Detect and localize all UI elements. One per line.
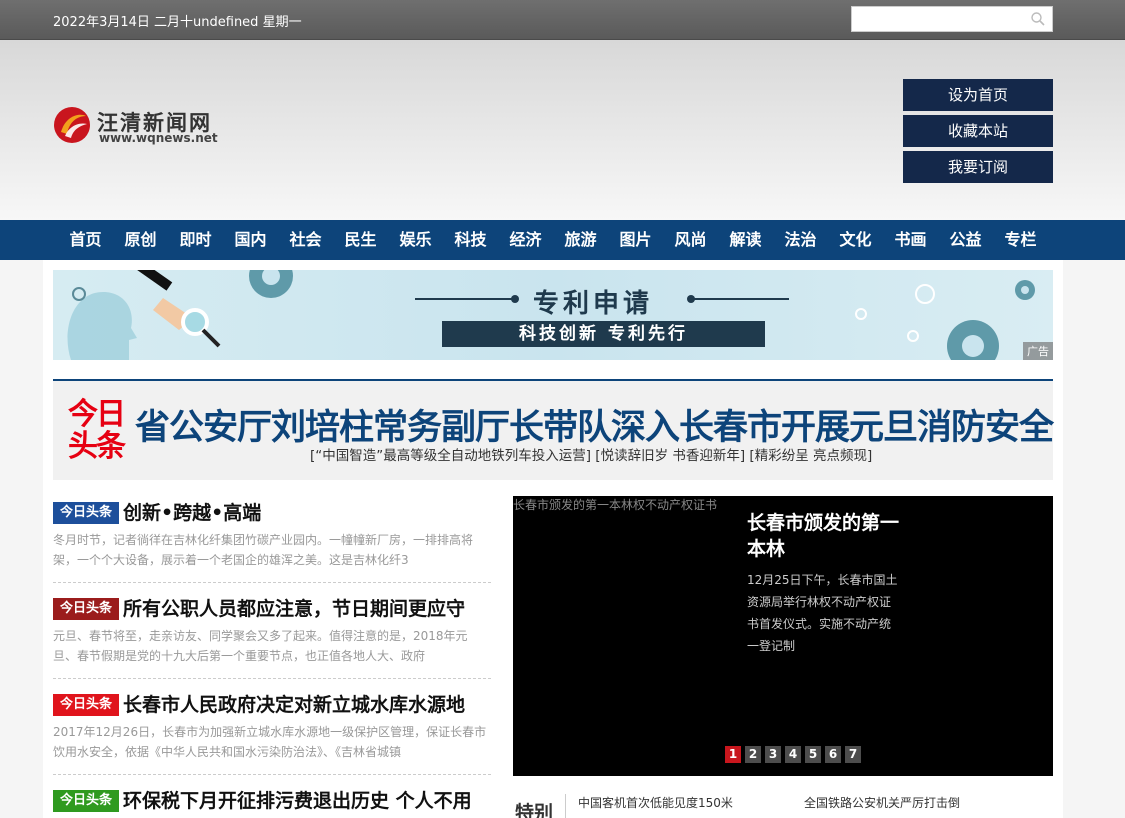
subscribe-button[interactable]: 我要订阅 — [903, 151, 1053, 183]
nav-item-interpretation[interactable]: 解读 — [718, 220, 773, 260]
slide-page-button[interactable]: 6 — [825, 746, 841, 763]
news-tag: 今日头条 — [53, 790, 119, 812]
headline-badge-line1: 今日 — [68, 397, 126, 432]
slide-page-button[interactable]: 7 — [845, 746, 861, 763]
nav-item-column[interactable]: 专栏 — [993, 220, 1048, 260]
nav-item-painting[interactable]: 书画 — [883, 220, 938, 260]
nav-item-livelihood[interactable]: 民生 — [333, 220, 388, 260]
set-homepage-button[interactable]: 设为首页 — [903, 79, 1053, 111]
news-divider — [53, 678, 491, 679]
nav-item-pictures[interactable]: 图片 — [608, 220, 663, 260]
search-input[interactable] — [852, 7, 1022, 31]
news-divider — [53, 774, 491, 775]
slide-pager: 1 2 3 4 5 6 7 — [725, 746, 865, 763]
date-text: 2022年3月14日 二月十undefined 星期一 — [53, 15, 302, 30]
news-tag: 今日头条 — [53, 694, 119, 716]
slide-image-alt[interactable]: 长春市颁发的第一本林权不动产权证书 — [513, 496, 717, 513]
banner-line-left — [415, 298, 517, 300]
nav-item-home[interactable]: 首页 — [58, 220, 113, 260]
news-title-link[interactable]: 长春市人民政府决定对新立城水库水源地 — [123, 690, 465, 717]
nav-item-law[interactable]: 法治 — [773, 220, 828, 260]
news-desc: 2017年12月26日，长春市为加强新立城水库水源地一级保护区管理，保证长春市饮… — [53, 725, 487, 759]
search-box[interactable] — [851, 6, 1053, 32]
slide-page-button[interactable]: 4 — [785, 746, 801, 763]
news-divider — [53, 582, 491, 583]
nav-item-entertainment[interactable]: 娱乐 — [388, 220, 443, 260]
ad-label: 广告 — [1023, 342, 1053, 360]
news-title-link[interactable]: 环保税下月开征排污费退出历史 个人不用 — [123, 786, 472, 813]
banner-dot-left — [511, 295, 519, 303]
nav-item-travel[interactable]: 旅游 — [553, 220, 608, 260]
special-divider — [565, 794, 566, 818]
headline-title-link[interactable]: 省公安厅刘培柱常务副厅长带队深入长春市开展元旦消防安全 — [135, 399, 1054, 450]
site-logo[interactable]: 汪清新闻网 www.wqnews.net — [53, 104, 223, 146]
news-tag: 今日头条 — [53, 598, 119, 620]
special-section: 特别 中国客机首次低能见度150米 全国铁路公安机关严厉打击倒 — [513, 790, 1053, 818]
nav-item-society[interactable]: 社会 — [278, 220, 333, 260]
headline-sublinks[interactable]: [“中国智造”最高等级全自动地铁列车投入运营] [悦读辞旧岁 书香迎新年] [精… — [310, 444, 872, 464]
top-bar: 2022年3月14日 二月十undefined 星期一 — [0, 0, 1125, 40]
slide-desc: 12月25日下午，长春市国土资源局举行林权不动产权证书首发仪式。实施不动产统一登… — [747, 573, 898, 653]
top-headline: 今日 头条 省公安厅刘培柱常务副厅长带队深入长春市开展元旦消防安全 [“中国智造… — [53, 379, 1054, 480]
nav-item-culture[interactable]: 文化 — [828, 220, 883, 260]
headline-badge: 今日 头条 — [68, 399, 138, 463]
banner-title: 专利申请 — [533, 289, 654, 319]
slide-title[interactable]: 长春市颁发的第一本林 — [747, 510, 917, 562]
special-link[interactable]: 全国铁路公安机关严厉打击倒 — [804, 794, 960, 811]
nav-item-instant[interactable]: 即时 — [168, 220, 223, 260]
special-link[interactable]: 中国客机首次低能见度150米 — [578, 794, 733, 811]
slide-page-button[interactable]: 2 — [745, 746, 761, 763]
photo-slideshow[interactable]: 长春市颁发的第一本林权不动产权证书 长春市颁发的第一本林 12月25日下午，长春… — [513, 496, 1053, 776]
headline-badge-line2: 头条 — [68, 429, 126, 464]
slide-page-button[interactable]: 5 — [805, 746, 821, 763]
slide-page-button[interactable]: 1 — [725, 746, 741, 763]
search-icon[interactable] — [1030, 11, 1046, 27]
nav-item-fashion[interactable]: 风尚 — [663, 220, 718, 260]
banner-line-right — [689, 298, 789, 300]
news-desc: 冬月时节，记者徜徉在吉林化纤集团竹碳产业园内。一幢幢新厂房，一排排高将架，一个个… — [53, 533, 474, 567]
special-label: 特别 — [515, 802, 554, 818]
slide-page-button[interactable]: 3 — [765, 746, 781, 763]
nav-item-economy[interactable]: 经济 — [498, 220, 553, 260]
nav-item-tech[interactable]: 科技 — [443, 220, 498, 260]
banner-ad[interactable]: 专利申请 科技创新 专利先行 广告 — [53, 270, 1053, 360]
news-title-link[interactable]: 所有公职人员都应注意，节日期间更应守 — [123, 594, 465, 621]
nav-item-original[interactable]: 原创 — [113, 220, 168, 260]
nav-item-domestic[interactable]: 国内 — [223, 220, 278, 260]
bookmark-button[interactable]: 收藏本站 — [903, 115, 1053, 147]
news-title-link[interactable]: 创新•跨越•高端 — [123, 498, 261, 525]
main-nav: 首页 原创 即时 国内 社会 民生 娱乐 科技 经济 旅游 图片 风尚 解读 法… — [0, 220, 1125, 260]
logo-domain: www.wqnews.net — [99, 131, 218, 145]
nav-item-charity[interactable]: 公益 — [938, 220, 993, 260]
news-desc: 元旦、春节将至，走亲访友、同学聚会又多了起来。值得注意的是，2018年元旦、春节… — [53, 629, 468, 663]
banner-subtitle: 科技创新 专利先行 — [442, 321, 765, 347]
logo-mark-icon — [54, 107, 90, 143]
news-tag: 今日头条 — [53, 502, 119, 524]
